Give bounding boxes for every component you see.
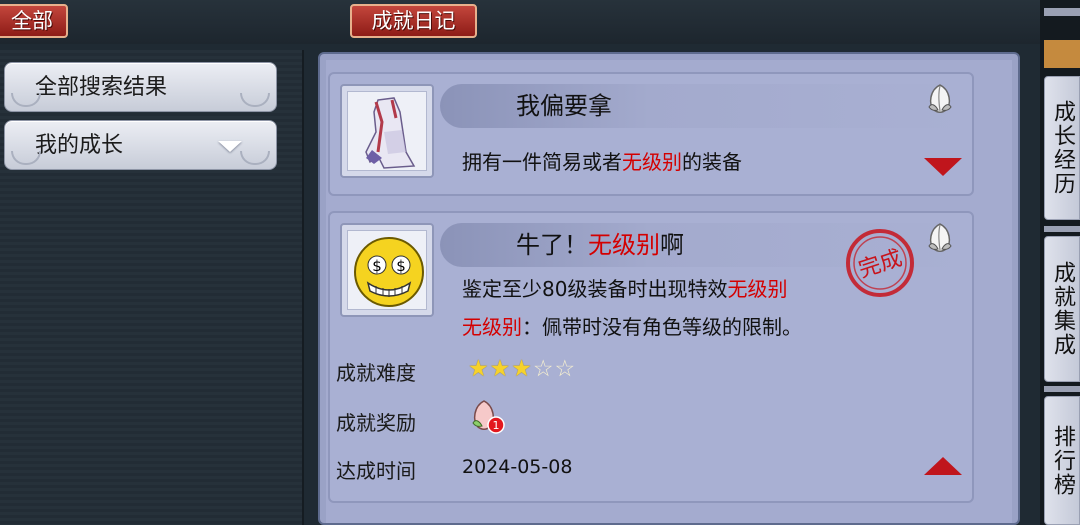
achievement-title: 我偏要拿	[516, 92, 612, 120]
stamp-text: 完成	[856, 246, 906, 283]
achievement-description-line2: 无级别：佩带时没有角色等级的限制。	[462, 315, 802, 339]
sidebar-item-all-results[interactable]: 全部搜索结果	[4, 62, 277, 112]
peach-icon[interactable]	[922, 80, 958, 116]
strip-decoration	[1044, 386, 1080, 392]
star-filled-icon: ★	[511, 356, 533, 382]
strip-decoration	[1044, 40, 1080, 68]
achievement-title: 牛了！无级别啊	[516, 231, 684, 259]
reward-count-badge: 1	[493, 419, 500, 432]
swirl-decoration	[11, 151, 41, 165]
tab-leaderboard[interactable]: 排行榜	[1044, 396, 1080, 525]
tab-all[interactable]: 全部	[0, 4, 68, 38]
tab-achievement-collection[interactable]: 成就集成	[1044, 236, 1080, 382]
achievement-description: 拥有一件简易或者无级别的装备	[462, 150, 742, 174]
robe-icon	[365, 97, 416, 169]
achievement-icon-frame: $ $	[340, 223, 434, 317]
chevron-down-icon[interactable]	[218, 141, 242, 152]
strip-decoration	[1044, 226, 1080, 232]
money-eyes-emoji-icon: $ $	[354, 237, 424, 307]
svg-text:$: $	[396, 257, 406, 275]
completion-time-label: 达成时间	[336, 459, 416, 483]
sidebar-item-label: 我的成长	[35, 133, 124, 158]
svg-text:$: $	[372, 257, 382, 275]
achievement-card-expanded[interactable]: $ $ 牛了！无级别啊 完成 鉴定至少80级装备时出现特效无级别 无级别：佩带时…	[328, 211, 974, 503]
peach-reward-icon[interactable]: 1	[468, 397, 506, 435]
completion-date: 2024-05-08	[462, 456, 573, 478]
achievement-icon-frame	[340, 84, 434, 178]
peach-icon[interactable]	[922, 219, 958, 255]
star-filled-icon: ★	[468, 356, 490, 382]
tab-achievement-diary[interactable]: 成就日记	[350, 4, 477, 38]
sidebar-item-my-growth[interactable]: 我的成长	[4, 120, 277, 170]
strip-decoration	[1044, 8, 1080, 16]
star-empty-icon: ☆	[532, 356, 555, 382]
achievement-card[interactable]: 我偏要拿 拥有一件简易或者无级别的装备	[328, 72, 974, 196]
difficulty-stars: ★★★☆☆	[468, 356, 576, 382]
swirl-decoration	[240, 151, 270, 165]
sidebar-item-label: 全部搜索结果	[35, 75, 168, 100]
tab-growth-history[interactable]: 成长经历	[1044, 76, 1080, 220]
swirl-decoration	[240, 93, 270, 107]
top-bar	[0, 0, 1040, 44]
expand-arrow-button[interactable]	[924, 158, 962, 176]
completed-stamp-icon: 完成	[846, 229, 914, 297]
reward-label: 成就奖励	[336, 411, 416, 435]
star-empty-icon: ☆	[554, 356, 577, 382]
star-filled-icon: ★	[489, 356, 512, 382]
swirl-decoration	[11, 93, 41, 107]
difficulty-label: 成就难度	[336, 361, 416, 385]
collapse-arrow-button[interactable]	[924, 457, 962, 475]
achievement-description-line1: 鉴定至少80级装备时出现特效无级别	[462, 277, 788, 301]
